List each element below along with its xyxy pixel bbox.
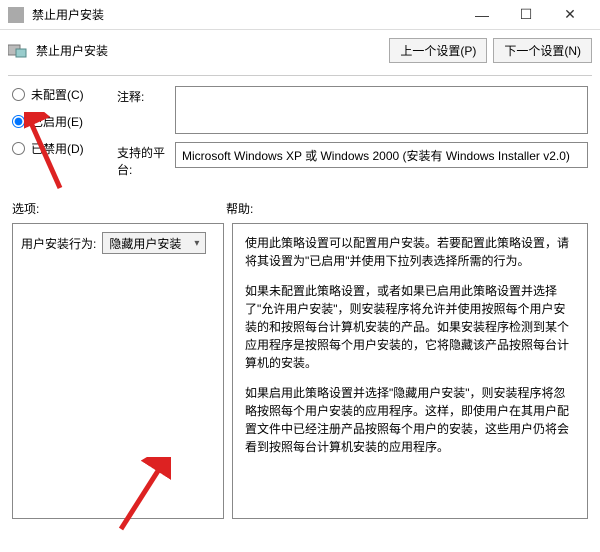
help-paragraph: 使用此策略设置可以配置用户安装。若要配置此策略设置，请将其设置为"已启用"并使用… — [245, 234, 575, 270]
options-section-label: 选项: — [12, 200, 226, 217]
minimize-button[interactable]: — — [460, 0, 504, 30]
radio-not-configured[interactable] — [12, 88, 25, 101]
help-panel: 使用此策略设置可以配置用户安装。若要配置此策略设置，请将其设置为"已启用"并使用… — [232, 223, 588, 519]
behavior-label: 用户安装行为: — [21, 235, 96, 252]
note-label: 注释: — [117, 86, 175, 134]
radio-enabled-label: 已启用(E) — [31, 113, 83, 130]
platform-value: Microsoft Windows XP 或 Windows 2000 (安装有… — [182, 147, 570, 164]
help-section-label: 帮助: — [226, 200, 588, 217]
policy-icon — [8, 43, 28, 59]
radio-disabled[interactable] — [12, 142, 25, 155]
maximize-button[interactable]: ☐ — [504, 0, 548, 30]
behavior-select-value: 隐藏用户安装 — [109, 235, 181, 252]
radio-enabled[interactable] — [12, 115, 25, 128]
radio-disabled-label: 已禁用(D) — [31, 140, 84, 157]
chevron-down-icon: ▾ — [194, 238, 199, 249]
divider — [8, 75, 592, 76]
behavior-select[interactable]: 隐藏用户安装 ▾ — [102, 232, 206, 254]
help-paragraph: 如果未配置此策略设置，或者如果已启用此策略设置并选择了"允许用户安装"，则安装程… — [245, 282, 575, 372]
window-icon — [8, 7, 24, 23]
next-setting-button[interactable]: 下一个设置(N) — [493, 38, 592, 63]
radio-not-configured-label: 未配置(C) — [31, 86, 84, 103]
platform-label: 支持的平台: — [117, 142, 175, 178]
prev-setting-button[interactable]: 上一个设置(P) — [389, 38, 487, 63]
page-title: 禁止用户安装 — [36, 42, 383, 59]
options-panel: 用户安装行为: 隐藏用户安装 ▾ — [12, 223, 224, 519]
platform-field: Microsoft Windows XP 或 Windows 2000 (安装有… — [175, 142, 588, 168]
close-button[interactable]: ✕ — [548, 0, 592, 30]
window-title: 禁止用户安装 — [32, 6, 460, 23]
help-paragraph: 如果启用此策略设置并选择"隐藏用户安装"，则安装程序将忽略按照每个用户安装的应用… — [245, 384, 575, 456]
note-textarea[interactable] — [175, 86, 588, 134]
